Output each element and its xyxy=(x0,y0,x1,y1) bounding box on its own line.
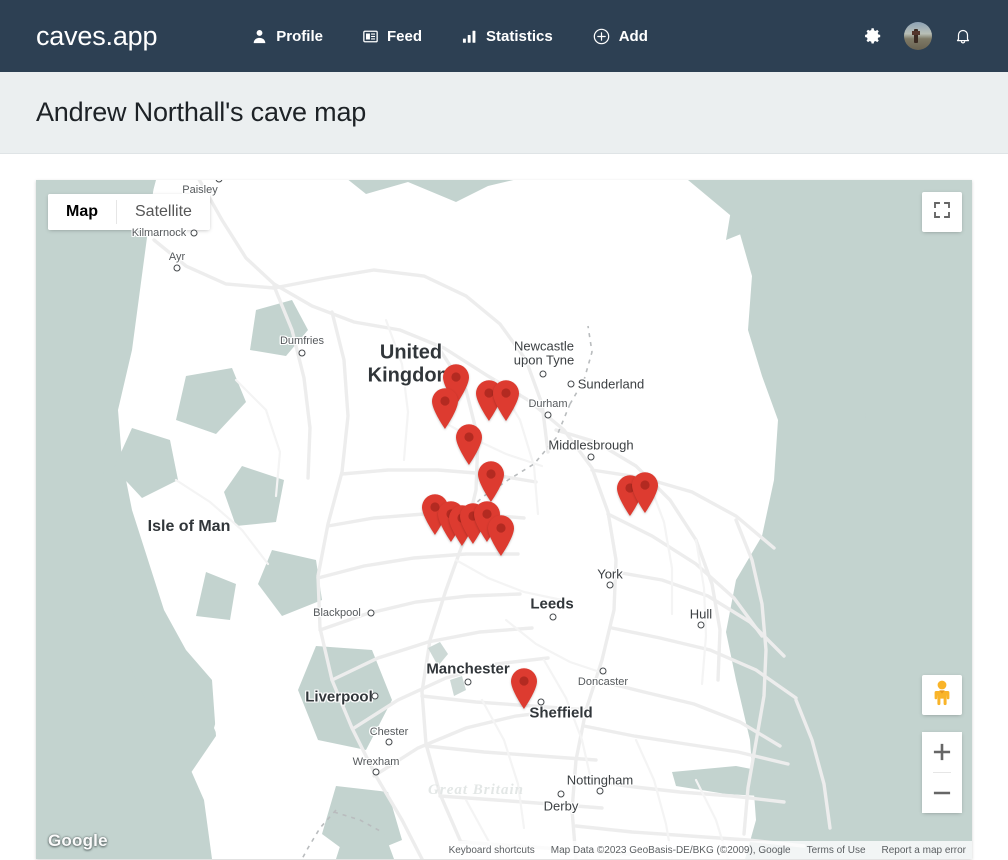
terms-of-use-link[interactable]: Terms of Use xyxy=(807,845,866,856)
map-marker[interactable] xyxy=(509,666,539,710)
top-navbar: caves.app Profile Feed Statistics Add xyxy=(0,0,1008,72)
navbar-actions xyxy=(864,0,972,72)
plus-circle-icon xyxy=(593,28,610,45)
google-map[interactable]: Great Britain Map Satellite Google Keybo… xyxy=(36,180,972,859)
page-title: Andrew Northall's cave map xyxy=(36,97,367,127)
bar-chart-icon xyxy=(462,29,477,44)
nav-link-profile-label: Profile xyxy=(276,27,323,45)
nav-link-feed-label: Feed xyxy=(386,27,422,45)
map-type-satellite-button[interactable]: Satellite xyxy=(117,194,210,230)
fullscreen-icon xyxy=(933,201,951,224)
svg-text:Great Britain: Great Britain xyxy=(428,782,524,798)
report-map-error-link[interactable]: Report a map error xyxy=(882,845,966,856)
nav-link-add[interactable]: Add xyxy=(593,28,648,45)
map-attribution: Keyboard shortcuts Map Data ©2023 GeoBas… xyxy=(436,841,972,859)
minus-icon xyxy=(933,784,951,802)
avatar[interactable] xyxy=(904,22,932,50)
gear-icon[interactable] xyxy=(864,27,882,45)
page-header: Andrew Northall's cave map xyxy=(0,72,1008,154)
zoom-in-button[interactable] xyxy=(922,732,962,772)
plus-icon xyxy=(933,743,951,761)
nav-link-add-label: Add xyxy=(618,27,648,45)
map-marker[interactable] xyxy=(491,378,521,422)
brand-logo[interactable]: caves.app xyxy=(36,21,157,52)
map-type-map-button[interactable]: Map xyxy=(48,194,116,230)
keyboard-shortcuts-link[interactable]: Keyboard shortcuts xyxy=(449,845,535,856)
map-marker[interactable] xyxy=(630,470,660,514)
person-icon xyxy=(252,29,267,44)
bell-icon[interactable] xyxy=(954,27,972,45)
map-section: Great Britain Map Satellite Google Keybo… xyxy=(0,154,1008,859)
zoom-control[interactable] xyxy=(922,732,962,813)
feed-icon xyxy=(363,29,378,44)
nav-link-feed[interactable]: Feed xyxy=(363,28,422,45)
nav-link-profile[interactable]: Profile xyxy=(252,28,323,45)
street-view-pegman-icon xyxy=(931,679,953,712)
primary-nav: Profile Feed Statistics Add xyxy=(252,28,648,45)
nav-link-statistics-label: Statistics xyxy=(486,27,553,45)
fullscreen-button[interactable] xyxy=(922,192,962,232)
map-type-control[interactable]: Map Satellite xyxy=(48,194,210,230)
map-marker[interactable] xyxy=(476,459,506,503)
map-data-credit: Map Data ©2023 GeoBasis-DE/BKG (©2009), … xyxy=(550,844,791,856)
map-marker[interactable] xyxy=(486,513,516,557)
zoom-out-button[interactable] xyxy=(922,773,962,813)
street-view-pegman-button[interactable] xyxy=(922,675,962,715)
nav-link-statistics[interactable]: Statistics xyxy=(462,28,553,45)
